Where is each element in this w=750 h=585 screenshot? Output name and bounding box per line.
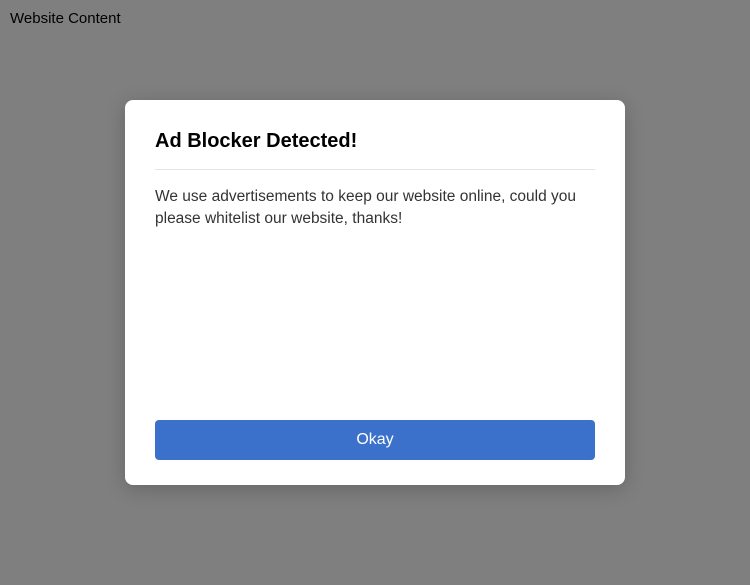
modal-footer: Okay	[155, 420, 595, 460]
modal-title: Ad Blocker Detected!	[155, 130, 595, 170]
modal-message: We use advertisements to keep our websit…	[155, 170, 595, 400]
okay-button[interactable]: Okay	[155, 420, 595, 460]
modal-overlay: Ad Blocker Detected! We use advertisemen…	[0, 0, 750, 585]
adblock-modal: Ad Blocker Detected! We use advertisemen…	[125, 100, 625, 485]
